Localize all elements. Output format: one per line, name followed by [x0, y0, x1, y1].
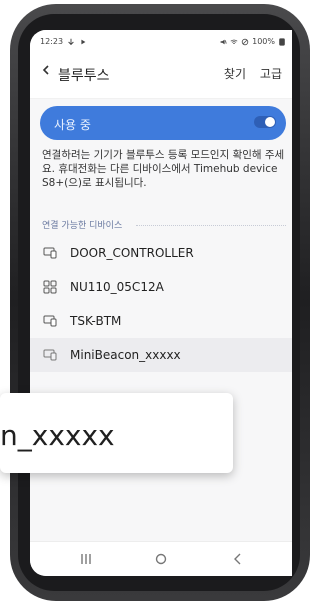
recent-apps-icon[interactable] — [78, 551, 94, 567]
navigation-bar — [30, 541, 292, 576]
home-icon[interactable] — [153, 551, 169, 567]
mute-icon — [220, 39, 227, 44]
download-icon — [68, 38, 74, 45]
available-devices-header: 연결 가능한 디바이스 — [42, 218, 286, 231]
device-name: MiniBeacon_xxxxx — [70, 348, 181, 362]
device-name: NU110_05C12A — [70, 280, 164, 294]
device-icon — [43, 349, 57, 361]
zoom-callout: n_xxxxx — [0, 393, 233, 473]
info-text: 연결하려는 기기가 블루투스 등록 모드인지 확인해 주세요. 휴대전화는 다른… — [42, 149, 285, 189]
device-item[interactable]: NU110_05C12A — [30, 270, 292, 304]
device-icon — [43, 315, 57, 327]
device-list: DOOR_CONTROLLER NU110_05C12A TSK-BTM Min… — [30, 236, 292, 372]
toggle-knob — [265, 117, 275, 127]
advanced-button[interactable]: 고급 — [260, 65, 282, 82]
device-item[interactable]: DOOR_CONTROLLER — [30, 236, 292, 270]
section-divider — [136, 225, 286, 226]
status-right: 100% — [219, 37, 286, 46]
device-icon — [43, 247, 57, 259]
app-bar: 블루투스 찾기 고급 — [30, 52, 292, 99]
battery-percent: 100% — [252, 37, 275, 46]
time: 12:23 — [40, 37, 64, 46]
back-icon[interactable] — [40, 64, 52, 76]
wifi-icon — [230, 39, 238, 44]
bluetooth-toggle[interactable] — [254, 116, 276, 128]
device-name: TSK-BTM — [70, 314, 122, 328]
back-nav-icon[interactable] — [230, 551, 246, 567]
find-button[interactable]: 찾기 — [224, 65, 246, 82]
screen: 12:23 100% 블루투스 찾기 고급 사용 중 연결하려는 기기가 블루투… — [30, 30, 292, 576]
status-bar: 12:23 100% — [30, 30, 292, 52]
play-icon — [81, 39, 86, 44]
device-item-highlighted[interactable]: MiniBeacon_xxxxx — [30, 338, 292, 372]
blocked-icon — [241, 38, 249, 45]
device-name: DOOR_CONTROLLER — [70, 246, 194, 260]
section-title: 연결 가능한 디바이스 — [42, 221, 123, 231]
toggle-label: 사용 중 — [54, 118, 91, 132]
bluetooth-toggle-row[interactable]: 사용 중 — [40, 106, 286, 140]
status-left: 12:23 — [40, 37, 87, 46]
page-title: 블루투스 — [58, 68, 110, 84]
grid-icon — [43, 280, 57, 294]
callout-text: n_xxxxx — [0, 419, 115, 452]
device-item[interactable]: TSK-BTM — [30, 304, 292, 338]
battery-icon — [279, 37, 285, 46]
